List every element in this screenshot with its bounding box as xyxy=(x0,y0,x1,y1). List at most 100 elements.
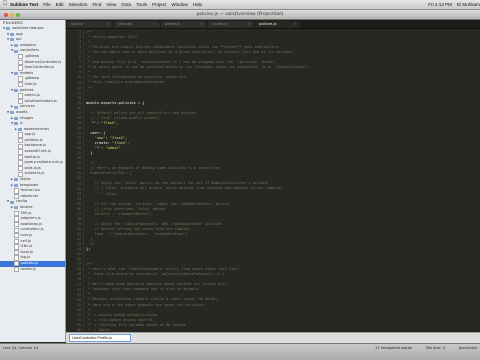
menu-item[interactable]: Find xyxy=(92,2,101,7)
file-tree: ▼ sailsOverview.pro ▼ app ▼ api ▶ adapters ▼ cont… xyxy=(0,26,65,272)
code-token: feed : ['isNiceToAnimals', 'hasRabbitFoo… xyxy=(86,231,188,236)
file-icon xyxy=(14,238,19,244)
line-number: 53 xyxy=(77,292,81,297)
line-number: 23 xyxy=(77,141,81,146)
folder-icon xyxy=(14,88,18,92)
folder-icon xyxy=(14,44,18,48)
file-icon xyxy=(18,54,23,60)
file-icon xyxy=(14,255,19,261)
menu-item[interactable]: Selection xyxy=(69,2,88,7)
code-content[interactable]: /** * Policy mappings (ACL) * * Policies… xyxy=(86,30,476,332)
code-token: "flash" xyxy=(109,135,125,140)
close-icon[interactable]: × xyxy=(106,21,109,28)
code-token: 'new' xyxy=(86,135,106,140)
close-icon[interactable]: × xyxy=(200,21,203,28)
sidebar-file[interactable]: routes.js xyxy=(0,267,65,273)
menu-item[interactable]: Tools xyxy=(136,2,147,7)
line-number: 54 xyxy=(77,297,81,302)
find-input[interactable]: UserController.Profile.js xyxy=(69,334,131,342)
code-editor[interactable]: 1 2 3 4 5 6 7 8 9 10 11 12 13 14 15 16 17 18 19 20 21 22 23 24 2… xyxy=(66,29,480,332)
menu-item[interactable]: File xyxy=(43,2,50,7)
code-token: * (this file would be located at `polici… xyxy=(86,272,225,277)
code-token: * For more information on policies, chec… xyxy=(86,75,188,80)
code-token: // Here's an example of adding some poli… xyxy=(86,166,221,171)
line-number: 56 xyxy=(77,307,81,312)
file-icon xyxy=(14,249,19,256)
editor-tab[interactable]: admin.js × xyxy=(161,21,207,28)
code-token: , xyxy=(116,120,119,125)
code-token: , xyxy=(124,135,128,140)
apple-icon[interactable]:  xyxy=(0,0,10,9)
sidebar-item-label: routes.js xyxy=(20,266,36,271)
menu-item[interactable]: Edit xyxy=(56,2,64,7)
line-number: 43 xyxy=(77,242,81,247)
code-token: "flash" xyxy=(101,120,117,125)
line-number: 33 xyxy=(77,191,81,196)
code-token: * + role-based access control xyxy=(86,317,154,322)
status-right: 17 misspelled words Tab Size: 4 JavaScript xyxy=(361,346,477,350)
line-number: 22 xyxy=(77,136,81,141)
code-token: nurture : 'isRabbitMother', xyxy=(86,211,154,216)
menu-app-name[interactable]: Sublime Text xyxy=(10,2,38,7)
code-token: * Besides protecting rabbits (while a no… xyxy=(86,297,221,302)
line-number: 58 xyxy=(77,317,81,322)
line-number: 19 xyxy=(77,120,81,125)
file-icon xyxy=(14,266,19,272)
line-number: 21 xyxy=(77,131,81,135)
code-token: // before letting any users feed our rab… xyxy=(86,226,190,231)
line-number: 57 xyxy=(77,312,81,317)
file-icon xyxy=(18,59,23,65)
code-token: "flash" xyxy=(111,141,128,146)
code-token: * http://sailsjs.org/#documentation xyxy=(86,80,164,85)
tab-label: admin.js xyxy=(165,22,181,26)
code-token: * + cookie-based authentication xyxy=(86,312,158,317)
line-number: 7 xyxy=(79,60,81,65)
code-token: * at which point it can be accessed belo… xyxy=(86,65,309,70)
line-number: 36 xyxy=(77,206,81,211)
tab-bar: local.js × view.ejs × admin.js × routes.js × pol… xyxy=(66,20,480,29)
status-bar: Line 24, Column 14 17 misspelled words Ta… xyxy=(0,343,480,360)
line-number: 27 xyxy=(77,161,81,166)
tab-label: view.ejs xyxy=(118,22,133,26)
close-icon[interactable]: × xyxy=(153,21,156,28)
file-icon xyxy=(14,233,19,239)
line-number: 11 xyxy=(77,80,81,85)
menu-items: File Edit Selection Find View Goto Tools Projec… xyxy=(43,2,207,7)
close-icon[interactable]: × xyxy=(294,21,297,28)
line-number: 35 xyxy=(77,201,81,206)
window-title: policies.js — sailsOverview (ProjectSail… xyxy=(196,12,284,17)
line-number: 20 xyxy=(77,125,81,130)
menu-item[interactable]: Help xyxy=(193,2,202,7)
line-number: 28 xyxy=(77,166,81,171)
menu-item[interactable]: Window xyxy=(171,2,187,7)
editor-tab[interactable]: routes.js × xyxy=(208,21,254,28)
code-token: * here are a few other example use cases… xyxy=(86,302,205,307)
menu-status-item: Fri 4:13 PM xyxy=(428,2,453,7)
code-token: * xyxy=(86,292,91,297)
editor-tab[interactable]: local.js × xyxy=(67,21,113,28)
line-number: 41 xyxy=(77,232,81,236)
file-icon xyxy=(14,210,19,217)
file-icon xyxy=(14,188,19,194)
menu-status-item: Ei Mohkam xyxy=(457,2,480,7)
code-token: module.exports.policies = { xyxy=(86,100,145,105)
line-number: 9 xyxy=(79,70,81,75)
editor-tab[interactable]: policies.js × xyxy=(255,21,301,28)
line-number: 39 xyxy=(77,221,81,226)
code-token: * xyxy=(86,55,91,60)
code-token: '*' xyxy=(86,120,97,125)
code-token: '*': false, xyxy=(86,191,119,196)
line-number-gutter: 1 2 3 4 5 6 7 8 9 10 11 12 13 14 15 16 17 18 19 20 21 22 23 24 2… xyxy=(66,29,84,332)
folder-icon xyxy=(10,38,14,42)
menu-item[interactable]: Goto xyxy=(121,2,131,7)
menu-item[interactable]: Project xyxy=(152,2,166,7)
folder-icon xyxy=(14,49,18,53)
close-icon[interactable]: × xyxy=(247,21,250,28)
code-token: user: { xyxy=(86,130,106,135)
editor-tab[interactable]: view.ejs × xyxy=(114,21,160,28)
line-number: 8 xyxy=(79,65,81,70)
code-token: */ xyxy=(86,85,93,90)
file-icon xyxy=(18,154,23,161)
menu-item[interactable]: View xyxy=(106,2,116,7)
code-token: * xyxy=(86,40,91,45)
